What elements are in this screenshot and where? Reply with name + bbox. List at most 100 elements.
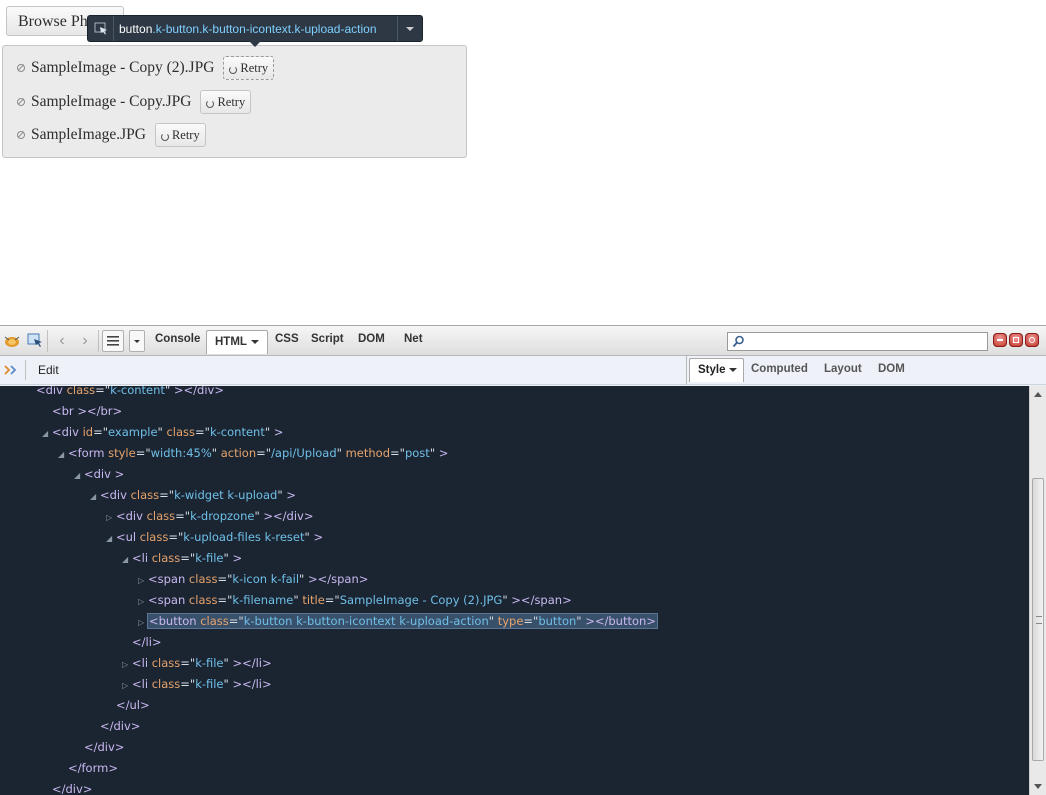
collapse-twisty-icon[interactable]: ◢ xyxy=(106,530,116,548)
back-icon[interactable]: ‹ xyxy=(53,332,71,349)
collapse-twisty-icon[interactable]: ◢ xyxy=(74,467,84,485)
tree-token: width:45% xyxy=(150,446,212,460)
tree-token: =" xyxy=(324,593,340,607)
expand-twisty-icon[interactable]: ▷ xyxy=(106,509,116,527)
side-tab-dom[interactable]: DOM xyxy=(878,363,905,375)
tree-token: class xyxy=(130,488,160,502)
tree-token: <br xyxy=(52,404,74,418)
side-panel-tabs: Style Computed Layout DOM xyxy=(686,356,1046,385)
tree-token: k-button k-button-icontext k-upload-acti… xyxy=(243,614,489,628)
tree-node[interactable]: ▷ <div class="k-dropzone" ></div> xyxy=(106,507,314,525)
file-name: SampleImage - Copy.JPG xyxy=(31,93,192,110)
tree-node[interactable]: ▷ <button class="k-button k-button-iconte… xyxy=(138,612,658,632)
tree-token: k-file xyxy=(195,677,224,691)
expand-twisty-icon[interactable]: ▷ xyxy=(138,572,148,590)
retry-button[interactable]: Retry xyxy=(223,56,275,80)
tree-node[interactable]: ▷ <li class="k-file" ></li> xyxy=(122,654,272,672)
retry-label: Retry xyxy=(171,128,200,142)
panel-menu-dropdown[interactable] xyxy=(129,330,145,352)
tab-css[interactable]: CSS xyxy=(275,333,299,345)
tree-token: <div xyxy=(100,488,131,502)
html-tree-view: <div class="k-content" ></div> <br ></br>… xyxy=(0,386,1029,795)
tree-token: k-upload-files k-reset xyxy=(183,530,305,544)
tree-token: =" xyxy=(180,656,196,670)
tree-node[interactable]: </li> xyxy=(122,633,162,651)
tab-net[interactable]: Net xyxy=(404,333,423,345)
tree-node[interactable]: ▷ <li class="k-file" ></li> xyxy=(122,675,272,693)
tab-html[interactable]: HTML xyxy=(206,330,268,354)
collapse-twisty-icon[interactable]: ◢ xyxy=(90,488,100,506)
scrollbar-thumb[interactable] xyxy=(1032,478,1044,761)
tree-token: > xyxy=(309,530,324,544)
tree-token: " xyxy=(211,446,221,460)
panel-menu-button[interactable] xyxy=(102,330,124,352)
tree-node[interactable]: </ul> xyxy=(106,696,150,714)
tree-node[interactable]: </div> xyxy=(74,738,124,756)
side-tab-layout[interactable]: Layout xyxy=(824,363,862,375)
tab-console[interactable]: Console xyxy=(155,333,200,345)
tree-token: class xyxy=(200,614,229,628)
tree-token: post xyxy=(404,446,430,460)
retry-button[interactable]: Retry xyxy=(200,90,252,114)
file-item: SampleImage - Copy.JPG Retry xyxy=(17,90,252,114)
tree-token: <div xyxy=(116,509,147,523)
tree-token: id xyxy=(82,425,94,439)
tree-token: ></div> xyxy=(259,509,314,523)
inspect-element-icon[interactable] xyxy=(26,332,44,349)
tree-node[interactable]: ◢ <div id="example" class="k-content" > xyxy=(42,423,283,441)
refresh-icon xyxy=(160,133,169,141)
expand-twisty-icon[interactable]: ▷ xyxy=(122,656,132,674)
search-input[interactable] xyxy=(727,332,988,351)
tree-token: > xyxy=(270,425,284,439)
tree-node[interactable]: ◢ <ul class="k-upload-files k-reset" > xyxy=(106,528,323,546)
tree-token: k-dropzone xyxy=(190,509,255,523)
element-path-icon[interactable] xyxy=(3,362,19,378)
expand-twisty-icon[interactable]: ▷ xyxy=(138,593,148,611)
firebug-logo-icon[interactable] xyxy=(3,332,21,349)
scroll-up-icon[interactable] xyxy=(1034,392,1042,397)
tree-node[interactable]: ◢ <div class="k-widget k-upload" > xyxy=(90,486,296,504)
collapse-twisty-icon[interactable]: ◢ xyxy=(122,551,132,569)
collapse-twisty-icon[interactable]: ◢ xyxy=(42,425,52,443)
tree-token: ></span> xyxy=(304,572,369,586)
chevron-down-icon xyxy=(728,367,737,372)
side-tab-style[interactable]: Style xyxy=(689,358,744,382)
web-page: Browse Photos... SampleImage - Copy (2).… xyxy=(0,0,1046,325)
tree-node[interactable]: ▷ <span class="k-icon k-fail" ></span> xyxy=(138,570,368,588)
close-icon[interactable] xyxy=(1025,333,1039,347)
refresh-icon xyxy=(206,100,215,108)
tree-node[interactable]: ◢ <li class="k-file" > xyxy=(122,549,242,567)
tree-node[interactable]: ◢ <div > xyxy=(74,465,124,483)
detach-icon[interactable] xyxy=(1009,333,1023,347)
minimize-icon[interactable] xyxy=(993,333,1007,347)
tree-token: <span xyxy=(148,572,189,586)
collapse-twisty-icon[interactable]: ◢ xyxy=(58,446,68,464)
tree-node[interactable]: <br ></br> xyxy=(42,402,122,420)
tree-node[interactable]: <div class="k-content" ></div> xyxy=(26,386,224,399)
tree-token: class xyxy=(188,593,218,607)
edit-button[interactable]: Edit xyxy=(38,363,59,377)
tree-token: <li xyxy=(132,656,152,670)
retry-label: Retry xyxy=(240,61,269,75)
html-subtoolbar: Edit xyxy=(0,356,686,385)
scroll-down-icon[interactable] xyxy=(1034,784,1042,789)
tree-token: " xyxy=(488,614,498,628)
retry-label: Retry xyxy=(217,95,246,109)
tooltip-dropdown-button[interactable] xyxy=(397,16,422,41)
tree-node[interactable]: ▷ <span class="k-filename" title="SampleI… xyxy=(138,591,572,609)
expand-twisty-icon[interactable]: ▷ xyxy=(122,677,132,695)
side-tab-computed[interactable]: Computed xyxy=(751,363,808,375)
tree-token: example xyxy=(108,425,158,439)
tree-node[interactable]: ◢ <form style="width:45%" action="/api/Up… xyxy=(58,444,448,462)
vertical-scrollbar[interactable] xyxy=(1029,386,1046,795)
forward-icon[interactable]: › xyxy=(76,332,94,349)
expand-twisty-icon[interactable]: ▷ xyxy=(138,614,148,632)
tree-node[interactable]: </div> xyxy=(90,717,140,735)
tree-token: =" xyxy=(217,593,233,607)
tree-node[interactable]: </div> xyxy=(42,780,92,795)
tab-dom[interactable]: DOM xyxy=(358,333,385,345)
retry-button[interactable]: Retry xyxy=(154,123,206,147)
tree-node[interactable]: </form> xyxy=(58,759,118,777)
tree-token: =" xyxy=(175,509,191,523)
tab-script[interactable]: Script xyxy=(311,333,344,345)
